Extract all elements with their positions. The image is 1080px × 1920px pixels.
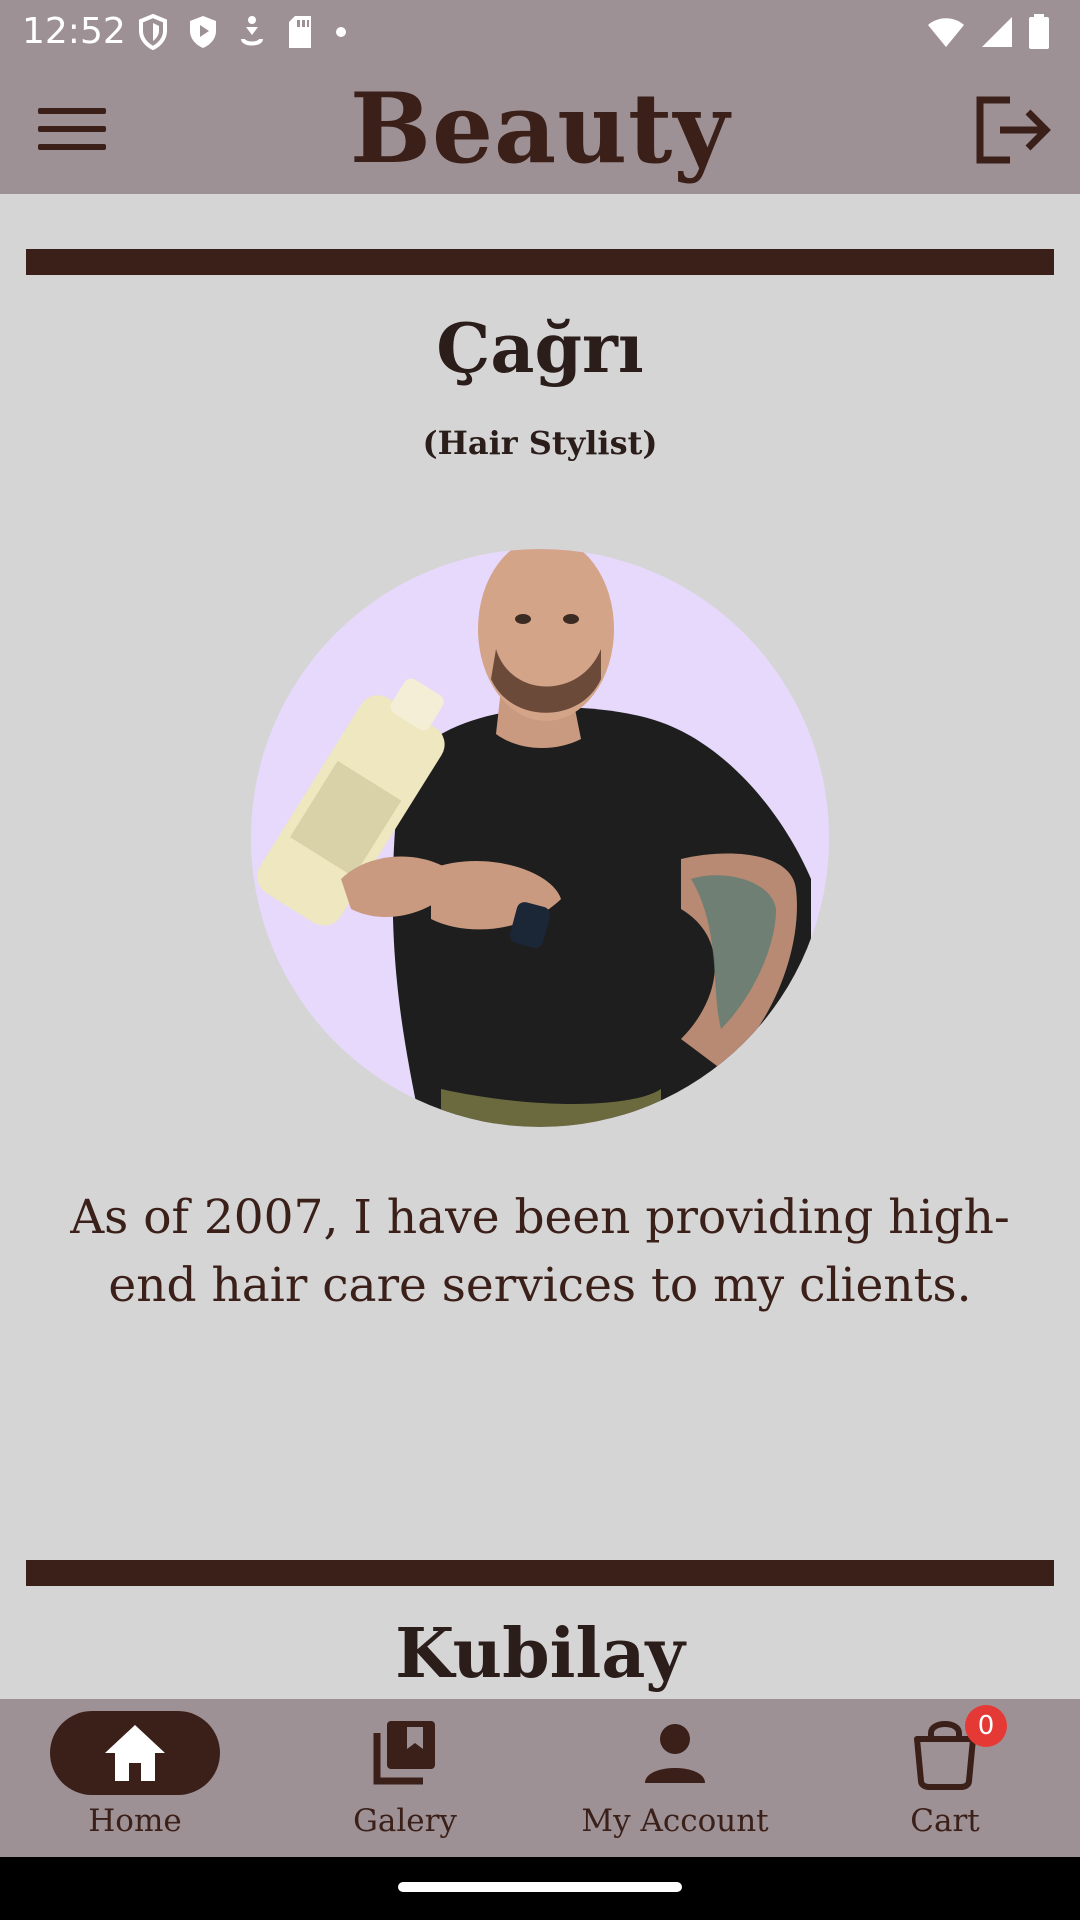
nav-home[interactable]: Home <box>0 1699 270 1857</box>
system-gesture-bar <box>0 1857 1080 1920</box>
shield-play-icon <box>190 16 216 48</box>
nav-label: Home <box>88 1803 182 1839</box>
app-bar: Beauty <box>0 64 1080 194</box>
hamburger-menu-icon[interactable] <box>30 100 110 160</box>
staff-list[interactable]: Çağrı (Hair Stylist) As of 2007, I have … <box>0 194 1080 1699</box>
cell-signal-icon <box>982 17 1012 47</box>
app-screen: 12:52 Beauty Çağrı (Hair Stylist) As of … <box>0 0 1080 1920</box>
notification-icons <box>138 12 348 52</box>
nav-label: Galery <box>353 1803 457 1839</box>
staff-role: (Hair Stylist) <box>422 424 658 462</box>
staff-photo <box>251 549 829 1127</box>
account-icon <box>645 1724 705 1783</box>
sd-card-icon <box>289 16 311 48</box>
nav-cart[interactable]: 0 Cart <box>810 1699 1080 1857</box>
nav-gallery[interactable]: Galery <box>270 1699 540 1857</box>
status-time: 12:52 <box>22 11 126 52</box>
staff-bio: As of 2007, I have been providing high-e… <box>70 1190 1010 1313</box>
nav-my-account[interactable]: My Account <box>540 1699 810 1857</box>
logout-icon[interactable] <box>970 90 1054 170</box>
status-bar: 12:52 <box>0 0 1080 64</box>
app-title: Beauty <box>349 72 731 185</box>
cart-count-badge: 0 <box>965 1705 1007 1747</box>
dot-icon <box>336 27 346 37</box>
staff-name: Kubilay <box>395 1614 685 1694</box>
wifi-icon <box>928 18 964 47</box>
battery-icon <box>1029 14 1049 49</box>
home-icon <box>105 1725 165 1781</box>
nav-label: My Account <box>581 1803 769 1839</box>
nav-label: Cart <box>910 1803 980 1839</box>
staff-name: Çağrı <box>436 309 644 389</box>
shield-outline-icon <box>139 14 167 50</box>
section-divider <box>26 1560 1054 1586</box>
home-gesture-handle[interactable] <box>398 1882 682 1892</box>
accessibility-download-icon <box>241 16 263 46</box>
gallery-icon <box>373 1721 435 1785</box>
section-divider <box>26 249 1054 275</box>
bottom-navigation: Home Galery My Account 0 Cart <box>0 1699 1080 1857</box>
system-icons <box>926 12 1050 52</box>
